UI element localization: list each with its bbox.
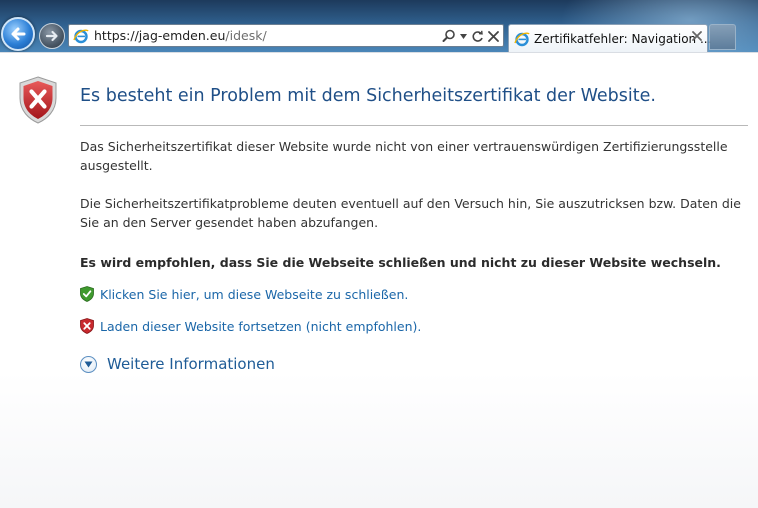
url-path[interactable]: /idesk/ — [225, 28, 266, 43]
green-shield-check-icon — [80, 286, 94, 302]
title-divider — [80, 125, 748, 126]
internet-explorer-icon — [73, 28, 89, 43]
search-icon[interactable] — [442, 27, 456, 45]
expand-chevron-icon[interactable] — [80, 355, 97, 373]
close-page-link[interactable]: Klicken Sie hier, um diese Webseite zu s… — [100, 287, 408, 302]
page-title: Es besteht ein Problem mit dem Sicherhei… — [80, 86, 656, 106]
address-bar-tools — [442, 27, 499, 45]
more-information-label[interactable]: Weitere Informationen — [107, 355, 275, 373]
recommendation-text: Es wird empfohlen, dass Sie die Webseite… — [80, 255, 721, 270]
forward-arrow-icon — [45, 30, 58, 42]
more-information-toggle[interactable]: Weitere Informationen — [80, 353, 275, 375]
security-warning-message: Die Sicherheitszertifikatprobleme deuten… — [80, 196, 741, 230]
new-tab-button[interactable] — [709, 24, 736, 50]
close-page-action[interactable]: Klicken Sie hier, um diese Webseite zu s… — [80, 285, 408, 303]
tab-close-icon[interactable] — [692, 29, 702, 45]
refresh-icon[interactable] — [471, 27, 484, 45]
browser-toolbar: https://jag-emden.eu/idesk/ Zertifikatfe… — [0, 0, 758, 52]
tab-favicon-icon — [514, 31, 530, 46]
browser-tab[interactable]: Zertifikatfehler: Navigation ... — [508, 24, 712, 52]
certificate-issuer-message: Das Sicherheitszertifikat dieser Website… — [80, 139, 728, 173]
chevron-down-icon[interactable] — [460, 27, 467, 45]
back-button[interactable] — [1, 17, 35, 51]
continue-to-website-link[interactable]: Laden dieser Website fortsetzen (nicht e… — [100, 319, 421, 334]
close-icon[interactable] — [488, 27, 499, 45]
certificate-error-page: Es besteht ein Problem mit dem Sicherhei… — [0, 52, 758, 508]
tab-title: Zertifikatfehler: Navigation ... — [534, 31, 712, 46]
continue-website-action[interactable]: Laden dieser Website fortsetzen (nicht e… — [80, 317, 421, 335]
red-shield-x-icon — [80, 318, 94, 334]
address-bar[interactable]: https://jag-emden.eu/idesk/ — [68, 24, 504, 47]
forward-button[interactable] — [39, 23, 65, 49]
url-host[interactable]: https://jag-emden.eu — [94, 28, 225, 43]
error-shield-icon — [19, 76, 57, 124]
back-arrow-icon — [11, 27, 26, 41]
